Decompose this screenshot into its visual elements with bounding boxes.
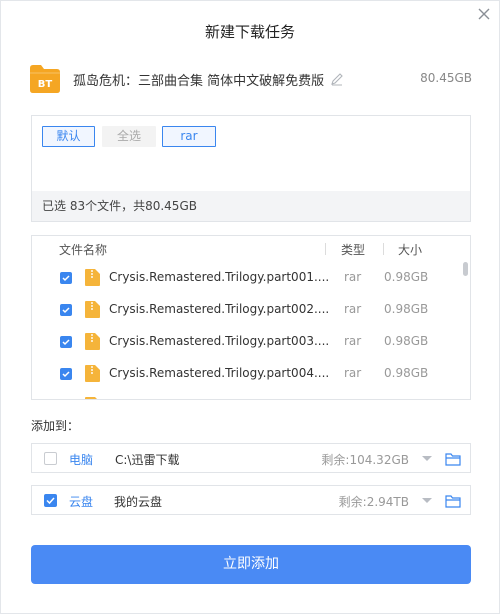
destination-label: 电脑 — [69, 453, 94, 467]
bt-icon-label: BT — [38, 79, 53, 90]
archive-file-icon — [85, 365, 100, 382]
folder-icon[interactable] — [445, 451, 461, 466]
archive-file-icon — [85, 333, 100, 350]
row-checkbox[interactable] — [60, 304, 72, 316]
free-space: 剩余:104.32GB — [321, 453, 409, 467]
file-type: rar — [344, 270, 362, 284]
row-checkbox[interactable] — [60, 336, 72, 348]
destination-path: C:\迅雷下载 — [115, 453, 180, 467]
file-row-partial[interactable] — [32, 397, 457, 399]
destination-computer[interactable]: 电脑 C:\迅雷下载 剩余:104.32GB — [31, 443, 471, 473]
chevron-down-icon[interactable] — [422, 456, 432, 461]
file-name: Crysis.Remastered.Trilogy.part004.... — [109, 366, 330, 380]
destination-checkbox[interactable] — [44, 452, 57, 465]
column-divider — [383, 243, 384, 255]
chip-select-all[interactable]: 全选 — [102, 126, 156, 147]
dialog-title: 新建下载任务 — [204, 23, 295, 41]
file-name: Crysis.Remastered.Trilogy.part001.... — [109, 270, 330, 284]
archive-file-icon — [85, 397, 100, 399]
destination-cloud[interactable]: 云盘 我的云盘 剩余:2.94TB — [31, 485, 471, 515]
folder-icon[interactable] — [445, 493, 461, 508]
edit-pencil-icon[interactable] — [330, 71, 344, 86]
file-name: Crysis.Remastered.Trilogy.part003.... — [109, 334, 330, 348]
file-row[interactable]: Crysis.Remastered.Trilogy.part003.... ra… — [32, 333, 457, 365]
file-type: rar — [344, 302, 362, 316]
file-size: 0.98GB — [384, 334, 429, 348]
file-name: Crysis.Remastered.Trilogy.part002.... — [109, 302, 330, 316]
column-header-type[interactable]: 类型 — [341, 241, 365, 258]
row-checkbox[interactable] — [60, 272, 72, 284]
close-icon[interactable] — [475, 5, 493, 23]
file-row[interactable]: Crysis.Remastered.Trilogy.part001.... ra… — [32, 269, 457, 301]
task-total-size: 80.45GB — [420, 71, 472, 85]
row-checkbox[interactable] — [60, 368, 72, 380]
chip-rar[interactable]: rar — [162, 126, 216, 147]
file-size: 0.98GB — [384, 366, 429, 380]
bt-file-icon: BT — [30, 64, 60, 93]
filter-box: 默认 全选 rar 已选 83个文件，共80.45GB — [31, 115, 471, 222]
scrollbar-thumb[interactable] — [463, 262, 468, 276]
file-list: 文件名称 类型 大小 Crysis.Remastered.Trilogy.par… — [31, 235, 471, 400]
selection-summary: 已选 83个文件，共80.45GB — [32, 191, 470, 221]
chip-default[interactable]: 默认 — [42, 126, 95, 147]
archive-file-icon — [85, 269, 100, 286]
file-type: rar — [344, 334, 362, 348]
free-space: 剩余:2.94TB — [338, 495, 409, 509]
task-info-row: BT 孤岛危机：三部曲合集 简体中文破解免费版 80.45GB — [30, 61, 472, 95]
add-now-button[interactable]: 立即添加 — [31, 545, 471, 584]
column-header-size[interactable]: 大小 — [398, 241, 422, 258]
add-to-heading: 添加到： — [31, 419, 80, 433]
chevron-down-icon[interactable] — [422, 498, 432, 503]
task-name: 孤岛危机：三部曲合集 简体中文破解免费版 — [73, 74, 325, 89]
file-type: rar — [344, 366, 362, 380]
new-download-dialog: 新建下载任务 BT 孤岛危机：三部曲合集 简体中文破解免费版 80.45GB 默… — [0, 0, 500, 614]
destination-checkbox[interactable] — [44, 494, 57, 507]
file-row[interactable]: Crysis.Remastered.Trilogy.part004.... ra… — [32, 365, 457, 397]
column-header-name[interactable]: 文件名称 — [59, 241, 107, 258]
destination-path: 我的云盘 — [114, 495, 163, 509]
file-row[interactable]: Crysis.Remastered.Trilogy.part002.... ra… — [32, 301, 457, 333]
column-divider — [325, 243, 326, 255]
file-size: 0.98GB — [384, 302, 429, 316]
file-size: 0.98GB — [384, 270, 429, 284]
archive-file-icon — [85, 301, 100, 318]
destination-label: 云盘 — [69, 495, 94, 509]
